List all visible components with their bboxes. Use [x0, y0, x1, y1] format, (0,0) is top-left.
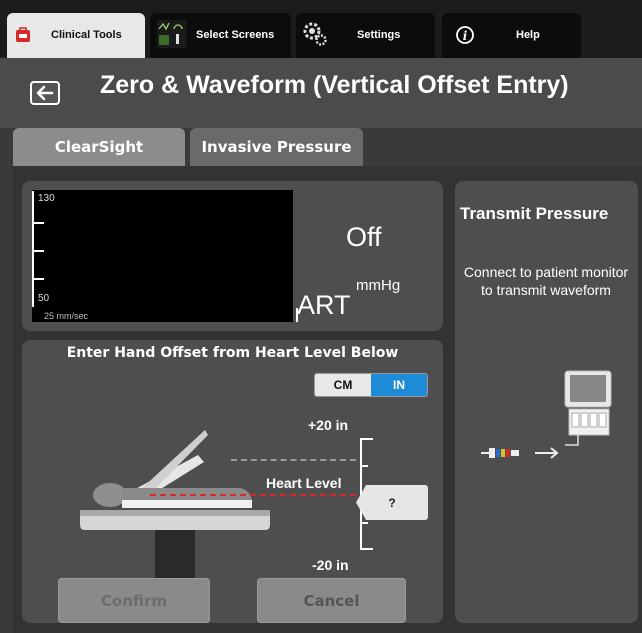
- screens-icon: [157, 20, 187, 48]
- tab-clinical-tools-label: Clinical Tools: [51, 29, 122, 41]
- transmit-title: Transmit Pressure: [460, 204, 609, 223]
- tab-help[interactable]: i Help: [442, 13, 581, 58]
- channel-label: ART: [297, 290, 351, 320]
- waveform-display: [32, 190, 293, 322]
- offset-scale-tick: [360, 522, 368, 524]
- transmit-instructions: Connect to patient monitor to transmit w…: [463, 264, 629, 298]
- unit-cm-option[interactable]: CM: [315, 374, 371, 396]
- monitor-connection-icon: [481, 370, 612, 459]
- pressure-unit: mmHg: [356, 277, 401, 294]
- offset-instructions: Enter Hand Offset from Heart Level Below: [66, 345, 399, 361]
- waveform-tick: [32, 250, 44, 252]
- pressure-value: Off: [346, 222, 382, 252]
- waveform-tick: [32, 222, 44, 224]
- medical-kit-icon: [16, 27, 30, 42]
- offset-scale-top: +20 in: [308, 417, 349, 433]
- arrow-left-icon: [36, 85, 54, 101]
- waveform-scale-bottom: 50: [38, 293, 50, 304]
- tab-settings-label: Settings: [357, 29, 401, 41]
- waveform-scale-axis: [32, 191, 34, 307]
- offset-scale-tick: [360, 465, 368, 467]
- tab-invasive-pressure[interactable]: Invasive Pressure: [190, 128, 363, 166]
- info-icon: i: [456, 26, 474, 44]
- unit-toggle[interactable]: CM IN: [314, 373, 428, 397]
- back-button[interactable]: [30, 81, 60, 105]
- waveform-tick: [32, 278, 44, 280]
- heart-level-line: [150, 494, 356, 496]
- offset-value-button[interactable]: ?: [356, 485, 428, 520]
- sweep-speed: 25 mm/sec: [44, 311, 89, 321]
- tab-help-label: Help: [516, 29, 540, 41]
- waveform-scale-top: 130: [38, 193, 55, 204]
- unit-in-option[interactable]: IN: [371, 374, 427, 396]
- tab-clinical-tools[interactable]: Clinical Tools: [7, 13, 145, 58]
- cancel-button[interactable]: Cancel: [257, 578, 406, 623]
- offset-scale-bottom: -20 in: [312, 557, 349, 573]
- heart-level-label: Heart Level: [266, 475, 342, 491]
- reference-dashed-line: [231, 459, 356, 461]
- gear-icon: [303, 22, 327, 46]
- page-title: Zero & Waveform (Vertical Offset Entry): [100, 71, 569, 99]
- tab-select-screens[interactable]: Select Screens: [150, 13, 291, 58]
- svg-text:i: i: [463, 29, 468, 43]
- patient-on-bed-illustration: [80, 430, 270, 578]
- tab-clearsight[interactable]: ClearSight: [13, 128, 185, 166]
- confirm-button[interactable]: Confirm: [58, 578, 210, 623]
- tab-select-screens-label: Select Screens: [196, 29, 275, 41]
- tab-settings[interactable]: Settings: [296, 13, 435, 58]
